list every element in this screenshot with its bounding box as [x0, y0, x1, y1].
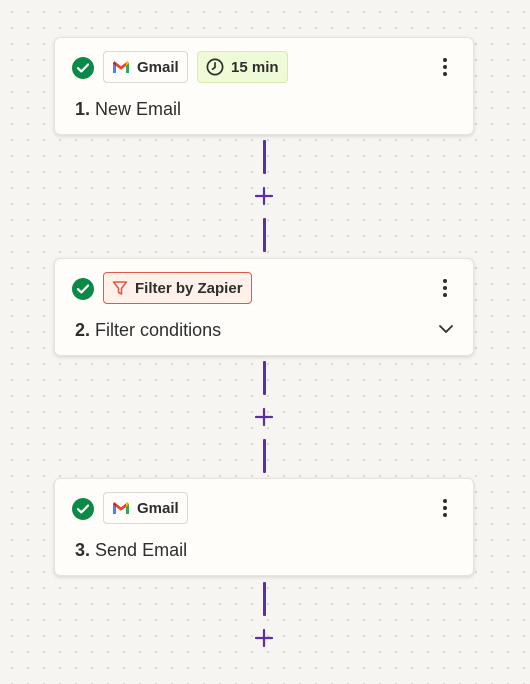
connector-line	[263, 439, 266, 473]
step-number: 1.	[75, 99, 91, 119]
step-title: 1. New Email	[75, 99, 181, 120]
step-card-1[interactable]: Gmail 15 min 1. New Email	[54, 37, 474, 135]
gmail-icon	[113, 61, 129, 73]
step-title-text: New Email	[95, 99, 182, 119]
clock-icon	[206, 58, 224, 76]
connector-line	[263, 582, 266, 616]
filter-icon	[112, 281, 128, 295]
add-step-plus-icon[interactable]	[254, 407, 274, 427]
step-title: 2. Filter conditions	[75, 320, 221, 341]
check-circle-icon	[72, 57, 94, 79]
step-number: 3.	[75, 540, 91, 560]
add-step-plus-icon[interactable]	[254, 628, 274, 648]
timer-chip[interactable]: 15 min	[197, 51, 288, 83]
timer-label: 15 min	[231, 58, 279, 76]
connector-line	[263, 140, 266, 174]
more-options-icon[interactable]	[435, 495, 455, 521]
more-options-icon[interactable]	[435, 54, 455, 80]
app-chip-label: Filter by Zapier	[135, 279, 243, 297]
app-chip-gmail[interactable]: Gmail	[103, 51, 188, 83]
add-step-plus-icon[interactable]	[254, 186, 274, 206]
app-chip-filter[interactable]: Filter by Zapier	[103, 272, 252, 304]
step-number: 2.	[75, 320, 91, 340]
chevron-down-icon[interactable]	[437, 320, 455, 338]
gmail-icon	[113, 502, 129, 514]
check-circle-icon	[72, 278, 94, 300]
more-options-icon[interactable]	[435, 275, 455, 301]
app-chip-label: Gmail	[137, 58, 179, 76]
step-card-2[interactable]: Filter by Zapier 2. Filter conditions	[54, 258, 474, 356]
app-chip-gmail[interactable]: Gmail	[103, 492, 188, 524]
step-card-3[interactable]: Gmail 3. Send Email	[54, 478, 474, 576]
app-chip-label: Gmail	[137, 499, 179, 517]
connector-line	[263, 361, 266, 395]
step-title-text: Send Email	[95, 540, 188, 560]
check-circle-icon	[72, 498, 94, 520]
step-title-text: Filter conditions	[95, 320, 222, 340]
connector-line	[263, 218, 266, 252]
step-title: 3. Send Email	[75, 540, 187, 561]
